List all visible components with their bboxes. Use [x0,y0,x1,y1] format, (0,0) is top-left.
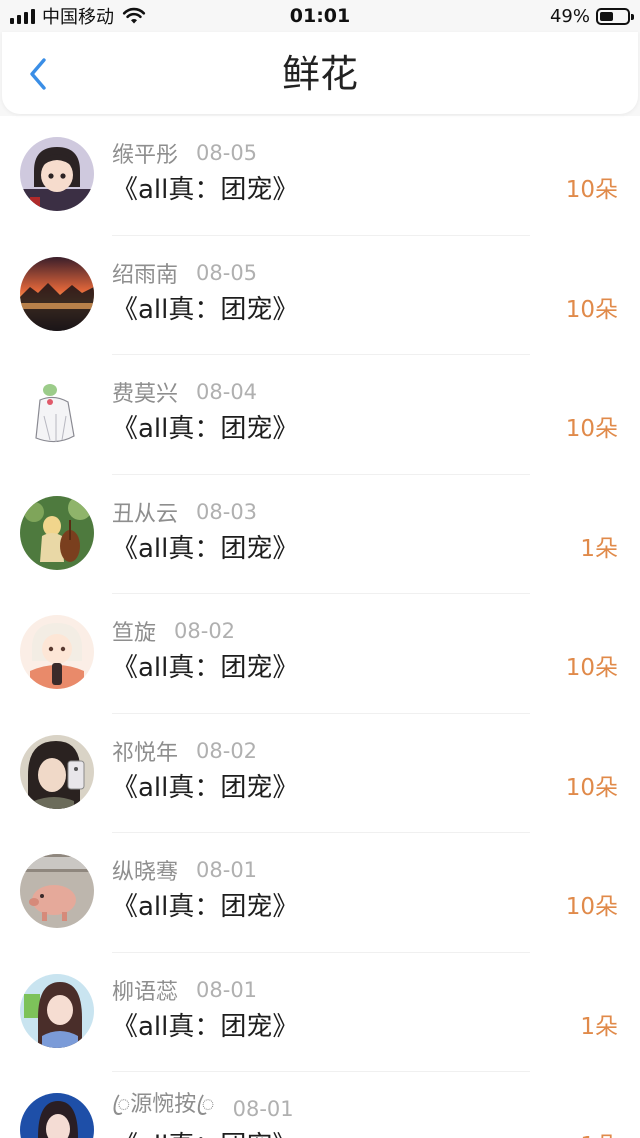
date-label: 08-01 [196,858,258,882]
flower-count: 1朵 [580,1128,618,1138]
list-item[interactable]: 柳语蕊 08-01 《all真：团宠》 1朵 [0,953,640,1072]
item-meta: 绍雨南 08-05 [112,258,257,288]
avatar[interactable] [20,376,94,450]
date-label: 08-05 [196,141,258,165]
date-label: 08-05 [196,260,258,285]
book-title[interactable]: 《all真：团宠》 [112,531,298,567]
user-name[interactable]: 缑平彤 [112,137,178,169]
nav-card: 鲜花 [2,32,638,114]
flower-count: 10朵 [565,296,618,323]
item-meta: 祁悦年 08-02 [112,736,257,766]
flower-count: 10朵 [565,416,618,442]
list-item[interactable]: 笪旋 08-02 《all真：团宠》 10朵 [0,594,640,714]
date-label: 08-03 [196,499,258,524]
user-name[interactable]: ꦿ源惋按ꦿ [112,1086,215,1132]
item-meta: 笪旋 08-02 [112,616,235,646]
battery-icon [596,7,634,25]
battery-cap [631,13,634,20]
flower-count: 1朵 [580,535,618,562]
flower-count: 10朵 [565,774,618,801]
book-title[interactable]: 《all真：团宠》 [112,650,298,686]
book-title[interactable]: 《all真：团宠》 [112,889,298,925]
flower-count: 1朵 [580,1013,618,1040]
date-label: 08-01 [196,977,258,1002]
status-right: 49% [549,4,634,28]
list-item[interactable]: ꦿ源惋按ꦿ 08-01 《all真：团宠》 1朵 [0,1072,640,1138]
user-name[interactable]: 纵晓骞 [112,854,178,886]
nav-bar: 鲜花 [0,32,640,116]
book-title[interactable]: 《all真：团宠》 [112,1128,298,1138]
item-meta: 费莫兴 08-04 [112,377,257,407]
list-item[interactable]: 丑从云 08-03 《all真：团宠》 1朵 [0,475,640,594]
book-title[interactable]: 《all真：团宠》 [112,411,298,447]
avatar[interactable] [20,256,94,331]
user-name[interactable]: 祁悦年 [112,735,178,767]
list-item[interactable]: 缑平彤 08-05 《all真：团宠》 10朵 [0,116,640,236]
date-label: 08-02 [196,738,258,763]
user-name[interactable]: 笪旋 [112,615,156,647]
date-label: 08-02 [174,619,236,643]
flower-count: 10朵 [565,177,618,203]
date-label: 08-04 [196,380,258,404]
item-meta: 柳语蕊 08-01 [112,975,257,1005]
item-meta: 丑从云 08-03 [112,497,257,527]
book-title[interactable]: 《all真：团宠》 [112,770,298,806]
user-name[interactable]: 费莫兴 [112,376,178,408]
avatar[interactable] [20,137,94,211]
user-name[interactable]: 柳语蕊 [112,974,178,1006]
avatar[interactable] [20,973,94,1048]
book-title[interactable]: 《all真：团宠》 [112,292,298,328]
avatar[interactable] [20,854,94,928]
avatar[interactable] [20,615,94,689]
status-bar: 中国移动 01:01 49% [0,0,640,32]
avatar[interactable] [20,495,94,570]
avatar[interactable] [20,1093,94,1138]
list-item[interactable]: 纵晓骞 08-01 《all真：团宠》 10朵 [0,833,640,953]
list-item[interactable]: 祁悦年 08-02 《all真：团宠》 10朵 [0,714,640,833]
avatar[interactable] [20,734,94,809]
battery-fill [600,11,613,21]
item-meta: ꦿ源惋按ꦿ 08-01 [112,1092,294,1124]
list-item[interactable]: 绍雨南 08-05 《all真：团宠》 10朵 [0,236,640,355]
item-meta: 纵晓骞 08-01 [112,855,257,885]
page-title: 鲜花 [281,52,358,96]
item-meta: 缑平彤 08-05 [112,138,257,168]
status-time: 01:01 [289,5,351,27]
book-title[interactable]: 《all真：团宠》 [112,172,298,208]
user-name[interactable]: 丑从云 [112,496,178,528]
flower-count: 10朵 [565,655,618,681]
list-item[interactable]: 费莫兴 08-04 《all真：团宠》 10朵 [0,355,640,475]
battery-percent: 49% [549,5,590,27]
date-label: 08-01 [232,1097,294,1121]
user-name[interactable]: 绍雨南 [112,257,178,289]
book-title[interactable]: 《all真：团宠》 [112,1009,298,1045]
flower-list: 缑平彤 08-05 《all真：团宠》 10朵 绍雨南 08-05 《all真：… [0,116,640,1138]
flower-count: 10朵 [565,894,618,920]
